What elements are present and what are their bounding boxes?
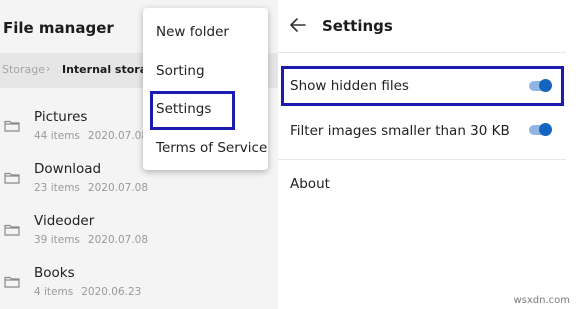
folder-meta: 23 items 2020.07.08 (34, 182, 148, 194)
folder-name: Books (34, 265, 75, 281)
folder-meta: 39 items 2020.07.08 (34, 234, 148, 246)
folder-meta: 44 items 2020.07.08 (34, 130, 148, 142)
folder-name: Pictures (34, 109, 88, 125)
breadcrumb-storage[interactable]: Storage (2, 63, 45, 76)
folder-icon (4, 224, 20, 236)
setting-label: Filter images smaller than 30 KB (290, 123, 510, 139)
folder-date: 2020.07.08 (87, 182, 149, 194)
menu-item-sorting[interactable]: Sorting (156, 63, 205, 79)
folder-row-books[interactable]: Books 4 items 2020.06.23 (0, 261, 278, 309)
toggle-knob (539, 123, 552, 136)
folder-item-count: 39 items (34, 234, 80, 246)
menu-item-terms-of-service[interactable]: Terms of Service (156, 140, 267, 156)
folder-item-count: 4 items (34, 286, 74, 298)
folder-icon (4, 172, 20, 184)
folder-date: 2020.07.08 (87, 234, 149, 246)
overflow-menu: New folder Sorting Settings Terms of Ser… (143, 8, 268, 170)
folder-icon (4, 276, 20, 288)
breadcrumb-separator: › (46, 62, 51, 75)
divider (278, 52, 566, 53)
menu-item-new-folder[interactable]: New folder (156, 24, 229, 40)
show-hidden-files-highlight-box (281, 66, 564, 106)
folder-item-count: 44 items (34, 130, 80, 142)
folder-item-count: 23 items (34, 182, 80, 194)
setting-about[interactable]: About (290, 176, 330, 192)
settings-highlight-box (150, 91, 235, 130)
arrow-left-icon[interactable] (289, 17, 307, 33)
folder-date: 2020.07.08 (87, 130, 149, 142)
filter-images-toggle[interactable] (529, 123, 552, 136)
folder-date: 2020.06.23 (81, 286, 142, 298)
settings-title: Settings (322, 17, 393, 35)
folder-meta: 4 items 2020.06.23 (34, 286, 141, 298)
folder-icon (4, 120, 20, 132)
settings-panel: Settings Show hidden files Filter images… (278, 0, 566, 254)
app-title: File manager (3, 19, 114, 37)
watermark: wsxdn.com (513, 295, 570, 306)
divider (278, 159, 566, 160)
folder-name: Videoder (34, 213, 95, 229)
folder-row-videoder[interactable]: Videoder 39 items 2020.07.08 (0, 209, 278, 259)
folder-name: Download (34, 161, 102, 177)
